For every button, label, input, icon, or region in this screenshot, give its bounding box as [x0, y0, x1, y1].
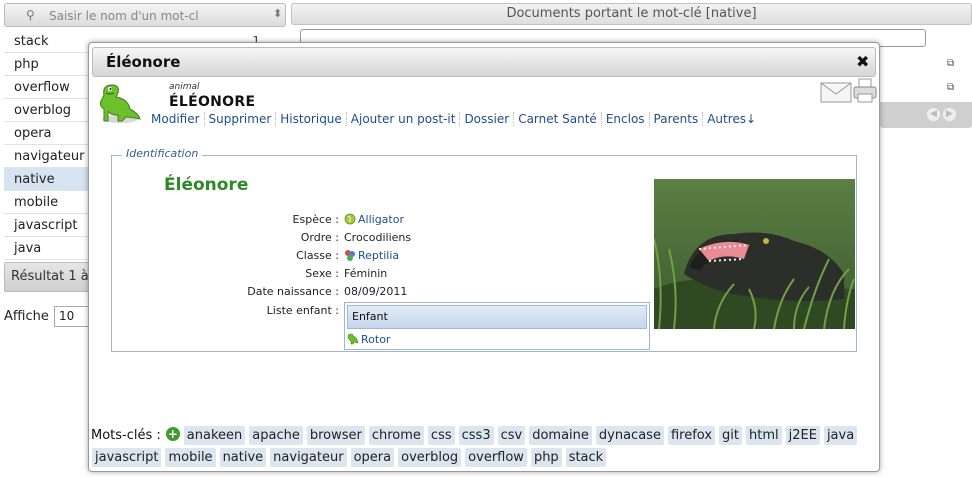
keywords-label: Mots-clés :: [91, 428, 161, 443]
menu-item-supprimer[interactable]: Supprimer: [203, 112, 276, 126]
field-value: Féminin: [344, 267, 388, 280]
child-dinosaur-icon: [347, 333, 359, 345]
keyword-tag[interactable]: php: [530, 448, 562, 467]
close-icon[interactable]: ✖: [856, 52, 869, 71]
keyword-tag[interactable]: java: [823, 426, 858, 445]
identification-legend: Identification: [122, 147, 203, 160]
keyword-list-item-label: native: [14, 172, 55, 187]
menu-item-historique[interactable]: Historique: [275, 112, 346, 126]
keyword-list-item-label: php: [14, 57, 39, 72]
dialog-title: Éléonore: [106, 53, 181, 71]
search-placeholder[interactable]: Saisir le nom d'un mot-clé: [49, 9, 199, 23]
field-value: Alligator: [344, 213, 404, 226]
menu-item-ajouter-un-post-it[interactable]: Ajouter un post-it: [345, 112, 460, 126]
keyword-list-item-label: overblog: [14, 103, 72, 118]
menu-item-modifier[interactable]: Modifier: [147, 112, 204, 126]
keyword-list-inline: anakeen apache browser chrome css css3 csv doma…: [91, 426, 860, 467]
class-icon: [345, 250, 355, 261]
menu-item-autres[interactable]: Autres↓: [702, 112, 761, 126]
keyword-list-item-label: overflow: [14, 80, 70, 95]
keyword-tag[interactable]: j2EE: [785, 426, 820, 445]
add-keyword-icon[interactable]: +: [165, 427, 180, 441]
keyword-list-item-label: javascript: [14, 218, 78, 233]
family-name: ÉLÉONORE: [169, 94, 256, 110]
menu-item-dossier[interactable]: Dossier: [459, 112, 514, 126]
children-table-header[interactable]: Enfant: [347, 305, 647, 329]
page-size-label: Affiche: [4, 309, 49, 324]
field-value: 08/09/2011: [344, 285, 408, 298]
keyword-tag[interactable]: git: [719, 426, 742, 445]
keywords-row: Mots-clés : + anakeen apache browser chrome cs…: [91, 425, 877, 469]
animal-name: Éléonore: [164, 175, 249, 195]
keyword-tag[interactable]: csv: [497, 426, 526, 445]
keyword-tag[interactable]: opera: [350, 448, 395, 467]
keyword-tag[interactable]: mobile: [165, 448, 216, 467]
field-value-link[interactable]: Reptilia: [358, 249, 399, 262]
dialog-titlebar[interactable]: Éléonore ✖: [92, 47, 876, 77]
keyword-tag[interactable]: html: [746, 426, 782, 445]
menu-item-parents[interactable]: Parents: [648, 112, 703, 126]
keyword-tag[interactable]: overblog: [398, 448, 462, 467]
external-link-icon[interactable]: ⧉: [947, 58, 954, 69]
keyword-tag[interactable]: javascript: [92, 448, 162, 467]
keyword-tag[interactable]: css3: [458, 426, 494, 445]
pager-bar: ◀ ▶: [880, 102, 972, 128]
field-value-link[interactable]: Alligator: [358, 213, 404, 226]
keyword-tag[interactable]: firefox: [667, 426, 716, 445]
sort-arrows-icon[interactable]: ⬍: [273, 7, 282, 20]
keyword-tag[interactable]: anakeen: [183, 426, 246, 445]
menu-item-carnet-sant[interactable]: Carnet Santé: [513, 112, 601, 126]
search-icon: ⚲: [26, 8, 35, 22]
keyword-list-item-label: mobile: [14, 195, 59, 210]
field-label: Date naissance :: [247, 285, 339, 298]
keyword-tag[interactable]: native: [219, 448, 267, 467]
menu-item-enclos[interactable]: Enclos: [600, 112, 649, 126]
species-icon: [344, 213, 356, 225]
next-page-icon[interactable]: ▶: [943, 108, 956, 121]
keyword-list-item-label: navigateur: [14, 149, 85, 164]
external-link-icon[interactable]: ⧉: [947, 82, 954, 93]
keyword-tag[interactable]: browser: [306, 426, 365, 445]
keyword-list-item-label: java: [14, 241, 42, 256]
family-type: animal: [169, 82, 200, 92]
field-value: Crocodiliens: [344, 231, 412, 244]
field-value: Reptilia: [344, 249, 399, 262]
keyword-tag[interactable]: css: [427, 426, 455, 445]
field-label: Classe :: [296, 249, 339, 262]
print-icon[interactable]: [853, 78, 877, 104]
field-label: Ordre :: [300, 231, 339, 244]
documents-header: Documents portant le mot-clé [native]: [291, 3, 972, 25]
keyword-tag[interactable]: overflow: [465, 448, 527, 467]
keyword-tag[interactable]: stack: [565, 448, 607, 467]
dialog-menu: Modifier Supprimer Historique Ajouter un po…: [147, 112, 761, 126]
keyword-tag[interactable]: apache: [249, 426, 303, 445]
children-label: Liste enfant :: [266, 304, 339, 317]
keyword-tag[interactable]: dynacase: [595, 426, 664, 445]
field-label: Sexe :: [305, 267, 339, 280]
children-table-row: Rotor: [347, 333, 390, 346]
mail-icon[interactable]: [820, 81, 852, 103]
child-link[interactable]: Rotor: [361, 333, 390, 346]
field-label: Espèce :: [292, 213, 339, 226]
family-dinosaur-icon: [99, 84, 141, 123]
result-text: Résultat 1 à: [11, 269, 89, 284]
keyword-tag[interactable]: chrome: [368, 426, 424, 445]
keyword-tag[interactable]: domaine: [529, 426, 592, 445]
animal-photo: [654, 179, 855, 329]
keyword-list-item-label: stack: [14, 34, 49, 49]
children-table: Enfant Rotor: [344, 302, 650, 350]
prev-page-icon[interactable]: ◀: [927, 108, 940, 121]
keyword-search-box[interactable]: ⚲ Saisir le nom d'un mot-clé ⬍: [4, 3, 286, 27]
document-dialog: Éléonore ✖ animal ÉLÉONORE Modifier Suppr…: [88, 42, 880, 472]
keyword-list-item-label: opera: [14, 126, 52, 141]
keyword-tag[interactable]: navigateur: [270, 448, 347, 467]
